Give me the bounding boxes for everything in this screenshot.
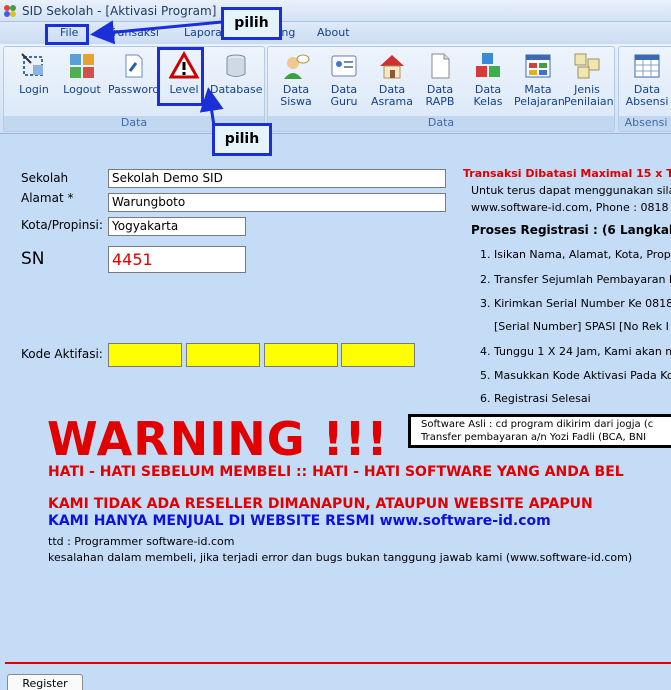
info-box-line-2: Transfer pembayaran a/n Yozi Fadli (BCA,…: [421, 432, 647, 443]
teacher-card-icon: [331, 55, 357, 77]
software-info-box: Software Asli : cd program dikirim dari …: [408, 414, 671, 448]
window-title: SID Sekolah - [Aktivasi Program]: [22, 4, 217, 18]
ribbon-group-data: Data Siswa Data Guru Data Asrama Data RA…: [267, 46, 615, 132]
ttd-text: ttd : Programmer software-id.com: [48, 535, 235, 548]
menu-transaksi[interactable]: Transaksi: [108, 26, 159, 39]
warning-line-2: KAMI TIDAK ADA RESELLER DIMANAPUN, ATAUP…: [48, 496, 593, 512]
logout-icon: [70, 54, 94, 78]
title-bar: SID Sekolah - [Aktivasi Program]: [0, 0, 671, 22]
kode-aktifasi-field-1[interactable]: [108, 343, 182, 367]
tab-register[interactable]: Register: [7, 674, 83, 690]
sn-label: SN: [21, 249, 45, 269]
alamat-label: Alamat *: [21, 191, 74, 205]
tiles-icon: [574, 53, 600, 79]
blocks-icon: [476, 53, 500, 77]
kode-aktifasi-field-3[interactable]: [264, 343, 338, 367]
logout-button[interactable]: Logout: [60, 51, 104, 115]
menu-about[interactable]: About: [317, 26, 350, 39]
app-icon: [4, 5, 16, 17]
kode-aktifasi-field-2[interactable]: [186, 343, 260, 367]
database-button[interactable]: Database: [210, 51, 263, 115]
divider: [5, 662, 671, 664]
jenis-penilaian-button[interactable]: Jenis Penilaian: [564, 51, 614, 115]
warning-line-3: KAMI HANYA MENJUAL DI WEBSITE RESMI www.…: [48, 513, 551, 529]
student-icon: [284, 54, 310, 79]
data-absensi-button[interactable]: Data Absensi: [625, 51, 669, 115]
sn-field[interactable]: 4451: [108, 246, 246, 273]
alamat-field[interactable]: Warungboto: [108, 193, 446, 212]
disclaimer-text: kesalahan dalam membeli, jika terjadi er…: [48, 551, 633, 564]
activation-panel: Sekolah Sekolah Demo SID Alamat * Warung…: [0, 134, 671, 690]
password-icon: [125, 54, 143, 78]
ribbon: Login Logout Password Level Database Dat…: [0, 44, 671, 134]
callout-pilih-mid: pilih: [212, 123, 272, 156]
table-icon: [634, 54, 660, 78]
password-button[interactable]: Password: [108, 51, 159, 115]
sekolah-label: Sekolah: [21, 171, 69, 185]
group-label-data-2: Data: [268, 116, 614, 131]
step-6: 6. Registrasi Selesai: [480, 392, 591, 405]
step-2: 2. Transfer Sejumlah Pembayaran K: [480, 273, 671, 286]
info-line-2: www.software-id.com, Phone : 0818: [471, 201, 669, 214]
menu-bar: File Transaksi Laporan Setting About: [0, 22, 671, 44]
level-button-highlight: [157, 47, 204, 106]
warning-line-1: HATI - HATI SEBELUM MEMBELI :: HATI - HA…: [48, 464, 624, 480]
database-icon: [226, 54, 246, 77]
mata-pelajaran-button[interactable]: Mata Pelajaran: [514, 51, 565, 115]
step-1: 1. Isikan Nama, Alamat, Kota, Propi: [480, 248, 671, 261]
data-guru-button[interactable]: Data Guru: [322, 51, 366, 115]
house-icon: [380, 55, 404, 79]
proses-registrasi-title: Proses Registrasi : (6 Langkah): [471, 223, 671, 237]
step-5: 5. Masukkan Kode Aktivasi Pada Ko: [480, 369, 671, 382]
callout-pilih-top: pilih: [221, 7, 282, 40]
kode-aktifasi-label: Kode Aktifasi:: [21, 347, 103, 361]
data-rapb-button[interactable]: Data RAPB: [418, 51, 462, 115]
warning-title: WARNING !!!: [47, 412, 389, 466]
step-3: 3. Kirimkan Serial Number Ke 0818-: [480, 297, 671, 310]
data-siswa-button[interactable]: Data Siswa: [274, 51, 318, 115]
document-icon: [431, 53, 450, 79]
step-4: 4. Tunggu 1 X 24 Jam, Kami akan m: [480, 345, 671, 358]
step-3-format: [Serial Number] SPASI [No Rek I: [494, 320, 669, 333]
ribbon-group-absensi: Data Absensi Absensi: [618, 46, 671, 132]
window-grid-icon: [525, 54, 551, 78]
transaksi-limit-title: Transaksi Dibatasi Maximal 15 x Tr: [463, 167, 671, 180]
login-button[interactable]: Login: [12, 51, 56, 115]
info-line-1: Untuk terus dapat menggunakan sila: [471, 184, 671, 197]
kota-field[interactable]: Yogyakarta: [108, 217, 246, 236]
login-icon: [21, 53, 43, 76]
data-asrama-button[interactable]: Data Asrama: [370, 51, 414, 115]
data-kelas-button[interactable]: Data Kelas: [466, 51, 510, 115]
group-label-absensi: Absensi: [619, 116, 671, 131]
ribbon-group-system: Login Logout Password Level Database Dat…: [3, 46, 265, 132]
info-box-line-1: Software Asli : cd program dikirim dari …: [421, 419, 654, 430]
kota-label: Kota/Propinsi:: [21, 218, 103, 232]
file-menu-highlight: [45, 24, 89, 45]
sekolah-field[interactable]: Sekolah Demo SID: [108, 169, 446, 188]
kode-aktifasi-field-4[interactable]: [341, 343, 415, 367]
